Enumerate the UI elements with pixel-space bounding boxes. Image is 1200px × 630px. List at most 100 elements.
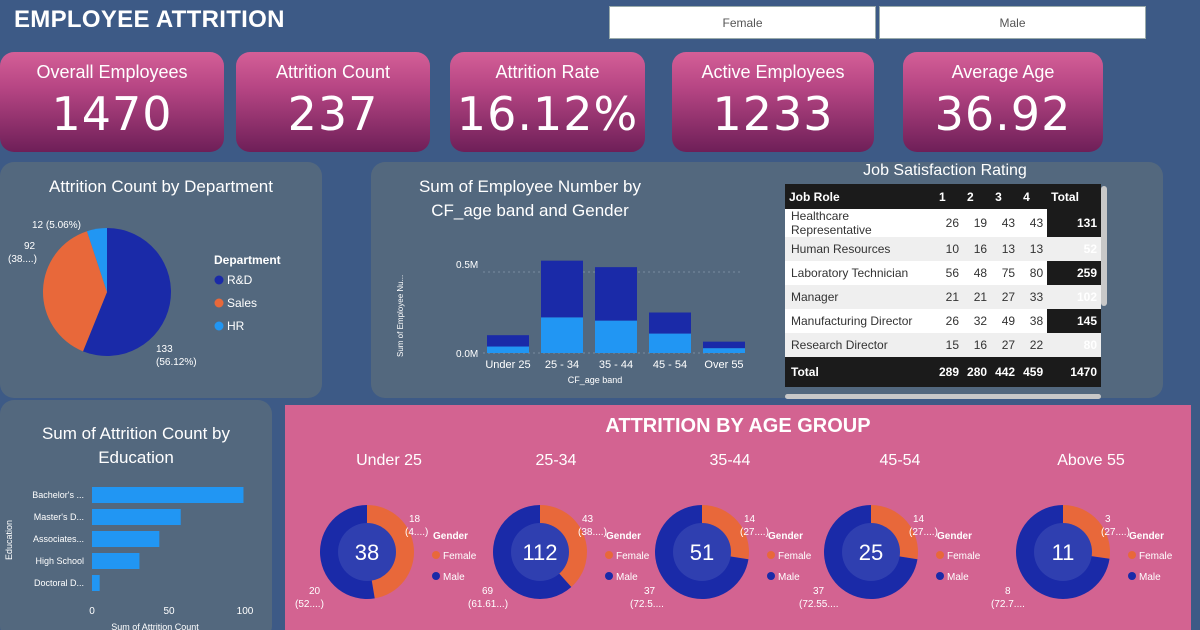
bar[interactable] (92, 509, 181, 525)
table-cell: 21 (963, 285, 992, 309)
kpi-attrition-count: Attrition Count 237 (236, 52, 430, 152)
column-header: 2 (963, 184, 992, 209)
table-row: Research Director 15 16 27 22 80 (785, 333, 1101, 357)
y-tick-label: Associates... (33, 534, 84, 544)
x-tick-label: Over 55 (704, 359, 743, 371)
age-band-bar-chart: Under 25 25 - 34 35 - 44 45 - 54 Over 55 0.5… (396, 260, 745, 385)
legend-label-male: Male (947, 572, 969, 583)
bar-segment-female[interactable] (541, 317, 583, 353)
legend-label-male: Male (616, 572, 638, 583)
table-cell: Total (785, 357, 935, 387)
data-label-sales: 92 (24, 241, 36, 252)
data-label-male: 69 (482, 586, 494, 597)
kpi-value: 1470 (51, 87, 173, 141)
bar-segment-male[interactable] (541, 260, 583, 318)
bar[interactable] (92, 531, 160, 547)
table-cell: 19 (973, 216, 988, 230)
column-header: 3 (991, 184, 1020, 209)
education-panel: Sum of Attrition Count by Education Bach… (0, 400, 272, 630)
legend-label-female: Female (778, 551, 812, 562)
kpi-value: 36.92 (934, 87, 1072, 141)
table-cell: 145 (1047, 309, 1101, 333)
bar-segment-female[interactable] (703, 348, 745, 353)
table-cell: 442 (991, 357, 1020, 387)
education-bar-chart: Bachelor's ... Master's D... Associates...… (4, 487, 254, 630)
legend-label-female: Female (947, 551, 981, 562)
dashboard-title: EMPLOYEE ATTRITION (14, 6, 285, 33)
table-cell: 48 (973, 266, 988, 280)
slicer-male[interactable]: Male (879, 6, 1146, 39)
legend-marker-male (605, 572, 613, 580)
legend-label-female: Female (443, 551, 477, 562)
legend-label-male: Male (1139, 572, 1161, 583)
data-label-female: 14 (913, 514, 925, 525)
table-cell: 13 (1019, 237, 1048, 261)
table-cell: 27 (991, 285, 1020, 309)
x-tick-label: 35 - 44 (599, 359, 633, 371)
bar-segment-male[interactable] (703, 341, 745, 349)
y-tick-label: Bachelor's ... (32, 490, 84, 500)
x-axis-title: Sum of Attrition Count (111, 622, 199, 630)
table-cell: 43 (1029, 216, 1044, 230)
table-cell: Healthcare Representative (791, 209, 872, 237)
data-label-male-sub: (72.5.... (630, 599, 664, 610)
legend-label-female: Female (616, 551, 650, 562)
bar[interactable] (92, 553, 140, 569)
job-satisfaction-table[interactable]: Job Role 1 2 3 4 Total Healthcare Repres… (785, 184, 1103, 394)
department-pie-chart: Department R&D Sales HR 12 (5.06%) 92 (3… (8, 220, 281, 368)
y-tick-label: 0.0M (456, 349, 478, 360)
table-cell: 10 (935, 237, 964, 261)
table-cell: Research Director (785, 333, 935, 357)
data-label-male: 20 (309, 586, 321, 597)
donut-center-value: 112 (522, 540, 557, 565)
bar-segment-female[interactable] (595, 320, 637, 353)
data-label-female: 43 (582, 514, 594, 525)
y-tick-label: Doctoral D... (34, 578, 84, 588)
legend-title: Gender (606, 531, 641, 542)
slicer-female[interactable]: Female (609, 6, 876, 39)
y-tick-label: 0.5M (456, 260, 478, 271)
y-axis-title: Sum of Employee Nu... (396, 275, 405, 357)
bar[interactable] (92, 487, 244, 503)
legend-marker-rd (214, 275, 224, 285)
legend-marker-female (432, 551, 440, 559)
kpi-value: 16.12% (456, 87, 639, 141)
legend-marker-female (936, 551, 944, 559)
y-axis-title: Education (4, 520, 14, 560)
data-label-male: 37 (644, 586, 656, 597)
y-tick-label: Master's D... (34, 512, 84, 522)
bar-segment-male[interactable] (487, 335, 529, 347)
legend-label-male: Male (443, 572, 465, 583)
table-horizontal-scrollbar[interactable] (785, 394, 1101, 399)
legend-title: Gender (768, 531, 803, 542)
legend-marker-hr (214, 321, 224, 331)
data-label-rd-sub: (56.12%) (156, 357, 197, 368)
legend-title: Gender (433, 531, 468, 542)
bar-segment-female[interactable] (649, 333, 691, 353)
legend-marker-male (432, 572, 440, 580)
table-vertical-scrollbar[interactable] (1101, 186, 1107, 306)
bar-segment-male[interactable] (649, 312, 691, 334)
legend-marker-sales (214, 298, 224, 308)
data-label-male: 8 (1005, 586, 1011, 597)
data-label-female-sub: (27....) (909, 527, 938, 538)
kpi-average-age: Average Age 36.92 (903, 52, 1103, 152)
bar-segment-female[interactable] (487, 346, 529, 353)
bar[interactable] (92, 575, 100, 591)
kpi-attrition-rate: Attrition Rate 16.12% (450, 52, 645, 152)
data-label-male-sub: (72.7.... (991, 599, 1025, 610)
table-cell: 289 (935, 357, 964, 387)
table-cell: 131 (1047, 209, 1101, 237)
donut-center-value: 38 (355, 540, 379, 565)
bar-segment-male[interactable] (595, 267, 637, 321)
data-label-female: 14 (744, 514, 756, 525)
column-header: 1 (935, 184, 964, 209)
kpi-active-employees: Active Employees 1233 (672, 52, 874, 152)
kpi-label: Average Age (951, 62, 1055, 82)
table-title: Job Satisfaction Rating (863, 162, 1027, 179)
legend-label-hr: HR (227, 319, 245, 333)
legend-label-male: Male (778, 572, 800, 583)
table-cell: 13 (991, 237, 1020, 261)
table-cell: 75 (1001, 266, 1016, 280)
table-row: Healthcare Representative 26 19 43 43 13… (785, 209, 1101, 237)
